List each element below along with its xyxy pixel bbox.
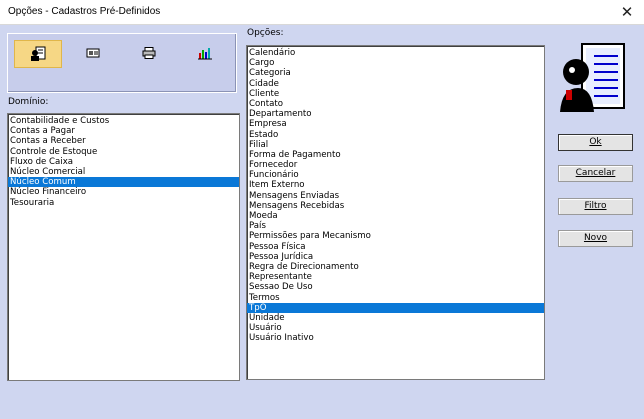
opcoes-list-item[interactable]: TpO xyxy=(247,302,544,313)
close-button[interactable]: ✕ xyxy=(618,3,636,21)
opcoes-list-item[interactable]: Mensagens Recebidas xyxy=(247,201,544,211)
category-toolbar xyxy=(7,33,237,93)
opcoes-list-item[interactable]: Pessoa Física xyxy=(247,242,544,252)
toolbar-button-cadastros[interactable] xyxy=(14,40,62,68)
opcoes-list-item[interactable]: Calendário xyxy=(247,48,544,58)
opcoes-list-item[interactable]: Item Externo xyxy=(247,180,544,190)
opcoes-list-item[interactable]: Categoria xyxy=(247,68,544,78)
toolbar-button-impressao[interactable] xyxy=(126,40,172,66)
opcoes-list-item[interactable]: Forma de Pagamento xyxy=(247,150,544,160)
opcoes-list-item[interactable]: Termos xyxy=(247,293,544,303)
opcoes-list-item[interactable]: Fornecedor xyxy=(247,160,544,170)
opcoes-list-item[interactable]: Sessao De Uso xyxy=(247,282,544,292)
novo-button[interactable]: Novo xyxy=(558,230,633,247)
opcoes-list-item[interactable]: Cargo xyxy=(247,58,544,68)
opcoes-list-item[interactable]: Regra de Direcionamento xyxy=(247,262,544,272)
opcoes-list-item[interactable]: Empresa xyxy=(247,119,544,129)
dominio-list-item[interactable]: Núcleo Comum xyxy=(8,177,239,188)
dominio-list-item[interactable]: Contabilidade e Custos xyxy=(8,116,239,126)
dominio-list-item[interactable]: Fluxo de Caixa xyxy=(8,157,239,167)
opcoes-list-item[interactable]: Filial xyxy=(247,140,544,150)
opcoes-list-item[interactable]: Usuário xyxy=(247,323,544,333)
ok-button[interactable]: Ok xyxy=(558,134,633,151)
opcoes-list-item[interactable]: Mensagens Enviadas xyxy=(247,191,544,201)
dominio-list-item[interactable]: Contas a Receber xyxy=(8,136,239,146)
opcoes-list-item[interactable]: Moeda xyxy=(247,211,544,221)
toolbar-button-documentos[interactable] xyxy=(70,40,116,66)
dominio-list-item[interactable]: Tesouraria xyxy=(8,198,239,208)
chart-icon xyxy=(198,48,212,60)
opcoes-list-item[interactable]: Usuário Inativo xyxy=(247,333,544,343)
opcoes-label: Opções: xyxy=(247,28,284,38)
filtro-button[interactable]: Filtro xyxy=(558,198,633,215)
cadastro-document-icon xyxy=(560,43,625,112)
title-bar: Opções - Cadastros Pré-Definidos ✕ xyxy=(0,0,644,25)
dominio-list-item[interactable]: Contas a Pagar xyxy=(8,126,239,136)
dominio-listbox[interactable]: Contabilidade e Custos Contas a Pagar Cont… xyxy=(7,113,240,381)
cancelar-button[interactable]: Cancelar xyxy=(558,165,633,182)
person-card-icon xyxy=(31,46,46,61)
opcoes-list-item[interactable]: Estado xyxy=(247,130,544,140)
id-card-icon xyxy=(86,48,100,58)
opcoes-list-item[interactable]: Contato xyxy=(247,99,544,109)
opcoes-list-item[interactable]: Cliente xyxy=(247,89,544,99)
window-title: Opções - Cadastros Pré-Definidos xyxy=(8,6,161,17)
opcoes-list-item[interactable]: Pessoa Jurídica xyxy=(247,252,544,262)
dominio-label: Domínio: xyxy=(8,97,49,107)
opcoes-listbox[interactable]: Calendário Cargo Categoria Cidade Cliente Con… xyxy=(246,45,545,380)
dominio-list-item[interactable]: Controle de Estoque xyxy=(8,147,239,157)
opcoes-list-item[interactable]: Departamento xyxy=(247,109,544,119)
dominio-list-item[interactable]: Núcleo Financeiro xyxy=(8,187,239,197)
opcoes-list-item[interactable]: Funcionário xyxy=(247,170,544,180)
toolbar-button-graficos[interactable] xyxy=(182,40,228,66)
dominio-list-item[interactable]: Núcleo Comercial xyxy=(8,167,239,177)
opcoes-list-item[interactable]: Permissões para Mecanismo xyxy=(247,231,544,241)
opcoes-list-item[interactable]: Cidade xyxy=(247,79,544,89)
opcoes-list-item[interactable]: Representante xyxy=(247,272,544,282)
printer-icon xyxy=(142,47,156,59)
opcoes-list-item[interactable]: Unidade xyxy=(247,313,544,323)
opcoes-list-item[interactable]: País xyxy=(247,221,544,231)
